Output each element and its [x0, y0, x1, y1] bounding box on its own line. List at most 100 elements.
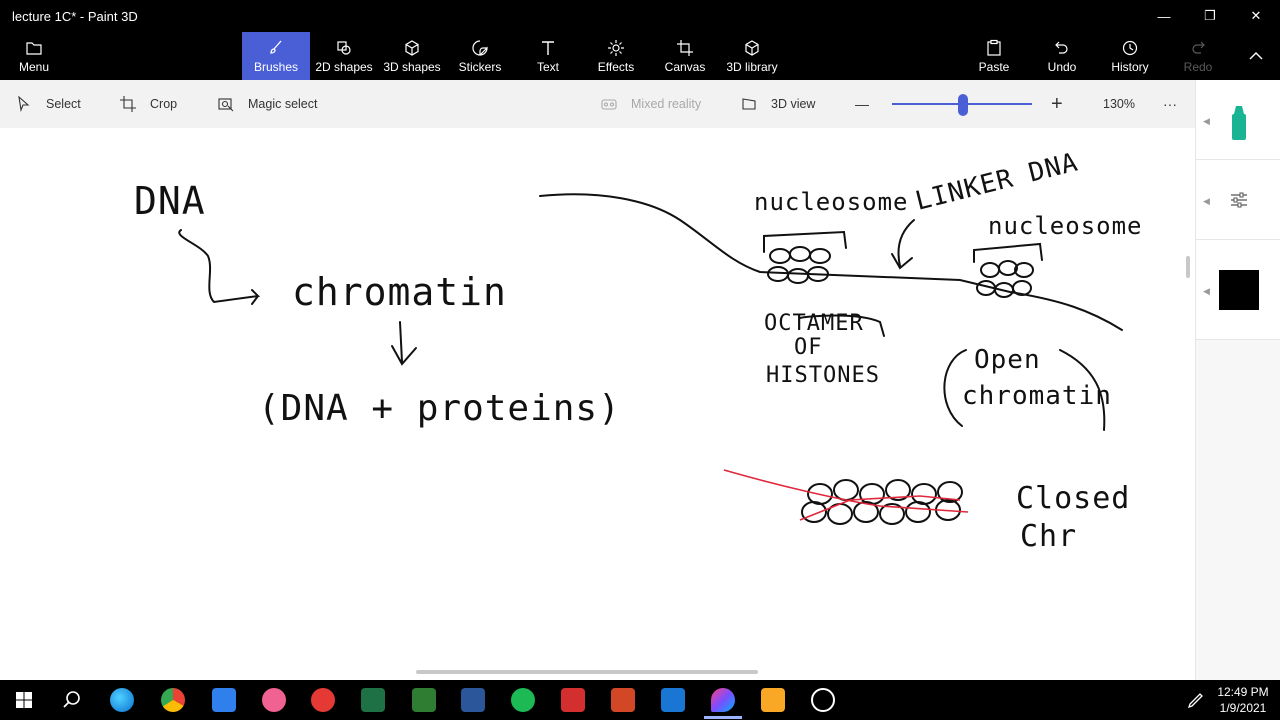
histone-cluster-1 [767, 246, 831, 284]
brushes-tab[interactable]: Brushes [242, 32, 310, 80]
search-icon[interactable] [60, 688, 84, 712]
crop-button[interactable]: Crop [120, 80, 177, 128]
more-options-button[interactable]: ··· [1163, 80, 1177, 128]
brush-icon [270, 40, 282, 54]
closed-label: Closed [1016, 481, 1130, 516]
menu-button[interactable]: Menu [8, 32, 60, 80]
nucleosome-label-2: nucleosome [988, 212, 1143, 240]
undo-button[interactable]: Undo [1044, 32, 1080, 80]
horizontal-scrollbar[interactable] [416, 670, 758, 674]
magic-select-button[interactable]: Magic select [218, 80, 317, 128]
restore-button[interactable]: ❐ [1187, 0, 1233, 32]
red-dna-strand [723, 469, 969, 521]
history-button[interactable]: History [1108, 32, 1152, 80]
pointer-icon [18, 96, 30, 112]
3d-shapes-tab[interactable]: 3D shapes [382, 32, 442, 80]
canvas-label: Canvas [664, 60, 706, 74]
down-arrow [391, 321, 417, 366]
stickers-label: Stickers [458, 60, 502, 74]
drawing-canvas[interactable]: DNA chromatin (DNA + proteins) nucleosom… [0, 128, 1195, 680]
chrome-icon[interactable] [161, 688, 185, 712]
word-icon[interactable] [461, 688, 485, 712]
open-label: Open [974, 345, 1041, 375]
select-label: Select [46, 97, 81, 111]
taskbar: 12:49 PM 1/9/2021 [0, 680, 1280, 720]
excel-icon[interactable] [361, 688, 385, 712]
zoom-level[interactable]: 130% [1103, 80, 1135, 128]
file-manager-icon[interactable] [212, 688, 236, 712]
zoom-out-button[interactable]: — [855, 80, 869, 128]
paste-button[interactable]: Paste [976, 32, 1012, 80]
canvas-icon [677, 40, 693, 56]
zoom-in-button[interactable]: + [1051, 80, 1063, 128]
effects-label: Effects [597, 60, 635, 74]
zoom-level-text: 130% [1103, 97, 1135, 111]
text-label: Text [536, 60, 559, 74]
redo-icon [1192, 41, 1205, 54]
restore-icon: ❐ [1204, 8, 1216, 23]
vertical-scrollbar[interactable] [1186, 256, 1190, 278]
chevron-left-icon: ◀ [1203, 196, 1210, 206]
brush-type-selector[interactable]: ◀ [1196, 80, 1280, 160]
app-green-icon[interactable] [412, 688, 436, 712]
3d-shapes-label: 3D shapes [383, 60, 441, 74]
mixed-reality-icon [601, 99, 617, 110]
system-clock[interactable]: 12:49 PM 1/9/2021 [1212, 684, 1274, 716]
3d-view-button[interactable]: 3D view [741, 80, 815, 128]
app-red-icon[interactable] [311, 688, 335, 712]
linker-arrow [891, 219, 915, 270]
spotify-icon[interactable] [511, 688, 535, 712]
pen-icon[interactable] [1184, 688, 1208, 712]
brush-settings-button[interactable]: ◀ [1196, 160, 1280, 240]
closed-chromatin-cluster [801, 479, 963, 525]
text-icon [542, 41, 554, 55]
minimize-button[interactable]: — [1141, 0, 1187, 32]
app-pink-icon[interactable] [262, 688, 286, 712]
3d-library-label: 3D library [726, 60, 778, 74]
edge-icon[interactable] [110, 688, 134, 712]
text-tab[interactable]: Text [528, 32, 568, 80]
redo-button[interactable]: Redo [1180, 32, 1216, 80]
zoom-out-icon: — [855, 96, 869, 112]
select-button[interactable]: Select [16, 80, 81, 128]
collapse-ribbon-button[interactable] [1240, 32, 1272, 80]
3d-view-label: 3D view [771, 97, 816, 111]
powerpoint-icon[interactable] [611, 688, 635, 712]
crop-label: Crop [150, 97, 178, 111]
canvas-tab[interactable]: Canvas [662, 32, 708, 80]
chevron-up-icon [1249, 52, 1263, 60]
magic-select-label: Magic select [248, 97, 318, 111]
title-bar: lecture 1C* - Paint 3D — ❐ ✕ [0, 0, 1280, 32]
obs-icon[interactable] [811, 688, 835, 712]
2d-shapes-label: 2D shapes [315, 60, 373, 74]
acrobat-icon[interactable] [561, 688, 585, 712]
dna-to-chromatin-arrow [178, 229, 261, 305]
drawing-layer: DNA chromatin (DNA + proteins) nucleosom… [134, 147, 1143, 554]
close-icon: ✕ [1250, 8, 1262, 23]
minimize-icon: — [1157, 8, 1171, 24]
dna-proteins-text: (DNA + proteins) [258, 388, 621, 429]
linker-dna-label: LINKER DNA [912, 147, 1081, 216]
sticker-icon [472, 40, 488, 56]
color-swatch[interactable] [1219, 270, 1259, 310]
mixed-reality-label: Mixed reality [631, 97, 702, 111]
photos-icon[interactable] [661, 688, 685, 712]
paste-label: Paste [978, 60, 1010, 74]
zoom-slider-thumb[interactable] [958, 94, 968, 116]
magic-select-icon [218, 98, 234, 112]
of-label: OF [794, 335, 823, 360]
2d-shapes-tab[interactable]: 2D shapes [314, 32, 374, 80]
windows-start-icon[interactable] [12, 688, 36, 712]
effects-tab[interactable]: Effects [592, 32, 640, 80]
close-button[interactable]: ✕ [1233, 0, 1279, 32]
mixed-reality-button[interactable]: Mixed reality [601, 80, 701, 128]
clock-time: 12:49 PM [1217, 685, 1269, 699]
stickers-tab[interactable]: Stickers [452, 32, 508, 80]
paint3d-icon[interactable] [711, 688, 735, 712]
2d-shapes-icon [337, 41, 351, 55]
effects-icon [608, 40, 624, 56]
menu-label: Menu [18, 60, 50, 74]
3d-library-tab[interactable]: 3D library [724, 32, 780, 80]
file-explorer-icon[interactable] [761, 688, 785, 712]
chr-label: Chr [1020, 519, 1077, 554]
